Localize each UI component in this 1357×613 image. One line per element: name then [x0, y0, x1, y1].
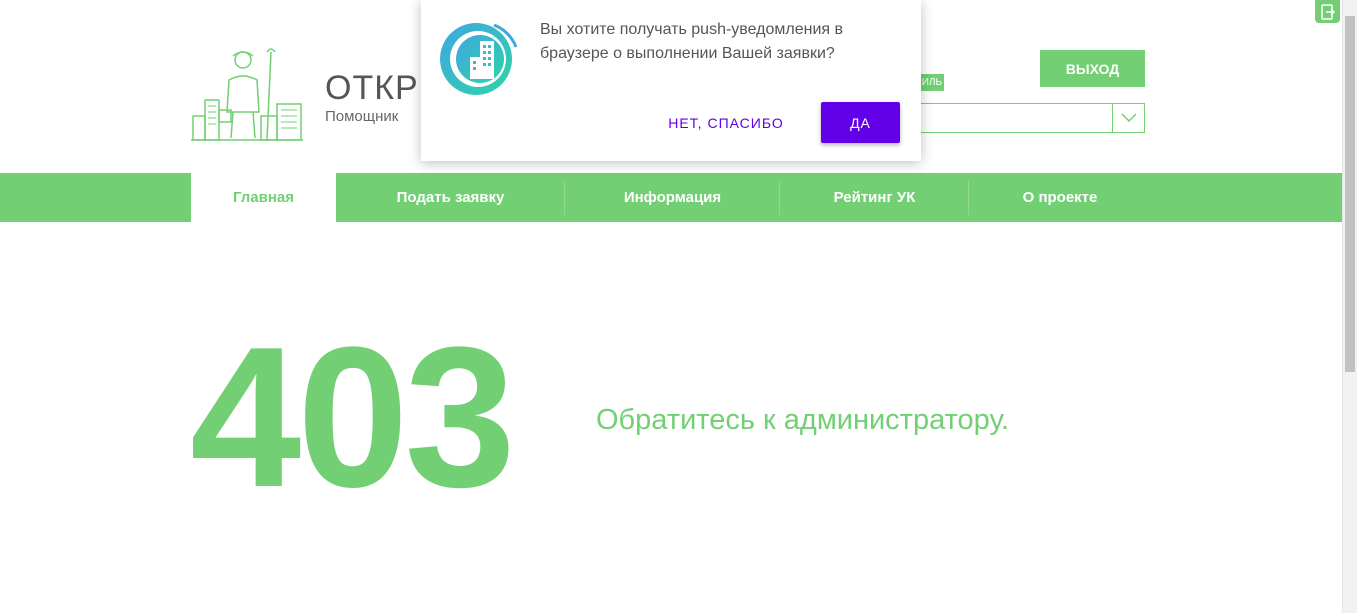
chevron-down-icon[interactable] [1112, 104, 1144, 132]
brand-subtitle: Помощник [325, 108, 399, 125]
site-logo[interactable] [189, 46, 305, 142]
decline-button[interactable]: НЕТ, СПАСИБО [662, 102, 790, 143]
nav-item-home[interactable]: Главная [191, 173, 336, 222]
extension-icon[interactable] [1315, 0, 1340, 23]
nav-item-submit-request[interactable]: Подать заявку [336, 173, 565, 222]
page-scrollbar[interactable] [1342, 0, 1357, 613]
error-code: 403 [190, 306, 516, 529]
push-permission-dialog: Вы хотите получать push-уведомления в бр… [421, 0, 921, 161]
brand-title: ОТКР [325, 69, 419, 107]
push-dialog-message: Вы хотите получать push-уведомления в бр… [540, 21, 844, 62]
nav-item-about[interactable]: О проекте [969, 173, 1151, 222]
main-nav: Главная Подать заявку Информация Рейтинг… [0, 173, 1342, 222]
logout-button[interactable]: ВЫХОД [1040, 50, 1145, 87]
scrollbar-thumb[interactable] [1345, 16, 1355, 372]
city-building-icon [440, 23, 518, 95]
nav-item-information[interactable]: Информация [565, 173, 780, 222]
error-message: Обратитесь к администратору. [596, 404, 1010, 436]
nav-item-rating[interactable]: Рейтинг УК [780, 173, 969, 222]
accept-button[interactable]: ДА [821, 102, 900, 143]
